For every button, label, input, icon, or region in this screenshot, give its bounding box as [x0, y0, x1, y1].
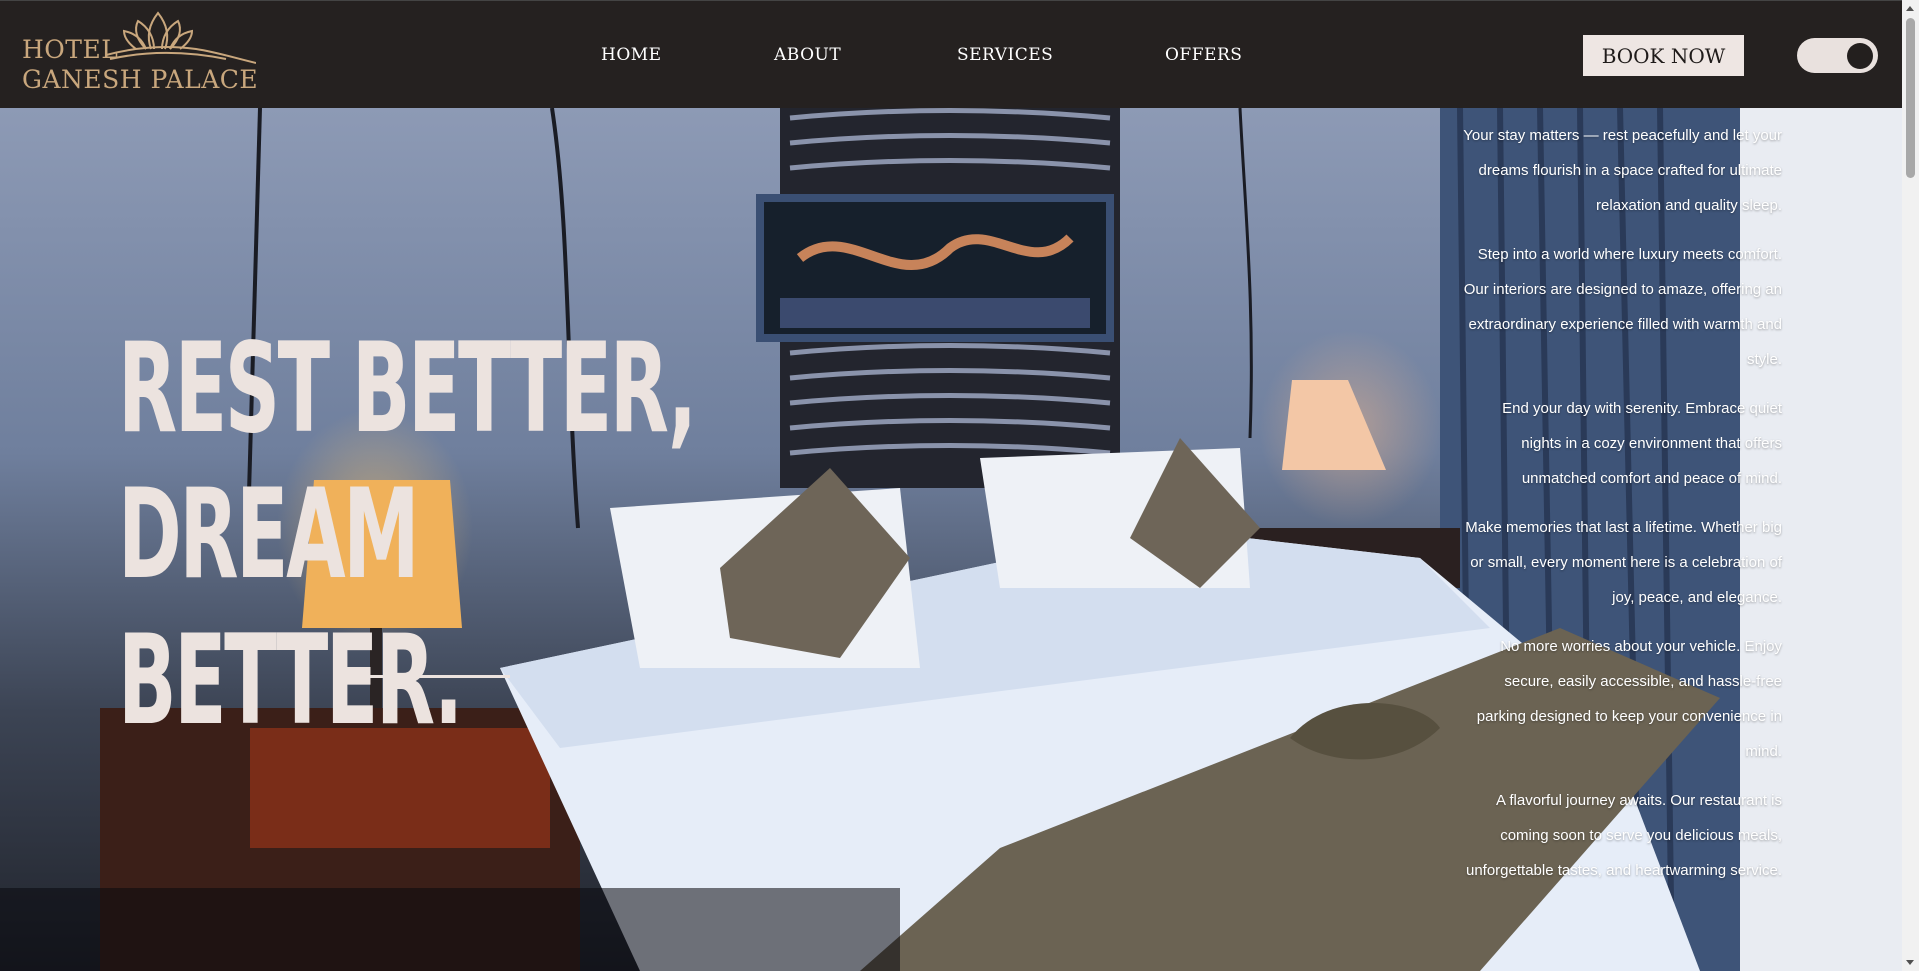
page-scrollbar[interactable]	[1902, 0, 1919, 971]
blurb-parking: No more worries about your vehicle. Enjo…	[1476, 638, 1782, 760]
nav-about[interactable]: ABOUT	[774, 45, 841, 65]
logo-line-name: GANESH PALACE	[22, 65, 259, 94]
headline-line-3: BETTER.	[118, 609, 463, 753]
logo-line-hotel: HOTEL	[22, 35, 119, 64]
blurb-rest: Your stay matters — rest peacefully and …	[1463, 127, 1782, 214]
toggle-knob-icon	[1847, 43, 1873, 69]
scroll-thumb[interactable]	[1906, 18, 1915, 178]
hero-blurbs: Your stay matters — rest peacefully and …	[1462, 118, 1782, 902]
theme-toggle[interactable]	[1797, 38, 1878, 73]
lotus-icon	[106, 11, 256, 64]
site-header: HOTEL GANESH PALACE HOME ABOUT SERVICES …	[0, 0, 1902, 108]
blurb-serenity: End your day with serenity. Embrace quie…	[1502, 400, 1782, 487]
scroll-up-arrow-icon[interactable]	[1906, 6, 1914, 11]
blurb-luxury: Step into a world where luxury meets com…	[1463, 246, 1782, 368]
hotel-logo[interactable]: HOTEL GANESH PALACE	[20, 5, 258, 97]
hero-section: REST BETTER, DREAM BETTER. Your stay mat…	[0, 108, 1902, 971]
nav-home[interactable]: HOME	[601, 45, 662, 65]
headline-line-2: DREAM	[118, 463, 420, 607]
blurb-memories: Make memories that last a lifetime. Whet…	[1465, 519, 1782, 606]
blurb-restaurant: A flavorful journey awaits. Our restaura…	[1465, 792, 1782, 879]
scroll-down-arrow-icon[interactable]	[1906, 960, 1914, 965]
nav-services[interactable]: SERVICES	[957, 45, 1053, 65]
nav-offers[interactable]: OFFERS	[1165, 45, 1242, 65]
headline-underline	[334, 675, 510, 678]
hero-headline: REST BETTER, DREAM BETTER.	[118, 316, 697, 754]
headline-line-1: REST BETTER,	[118, 317, 697, 461]
book-now-button[interactable]: BOOK NOW	[1583, 35, 1744, 76]
